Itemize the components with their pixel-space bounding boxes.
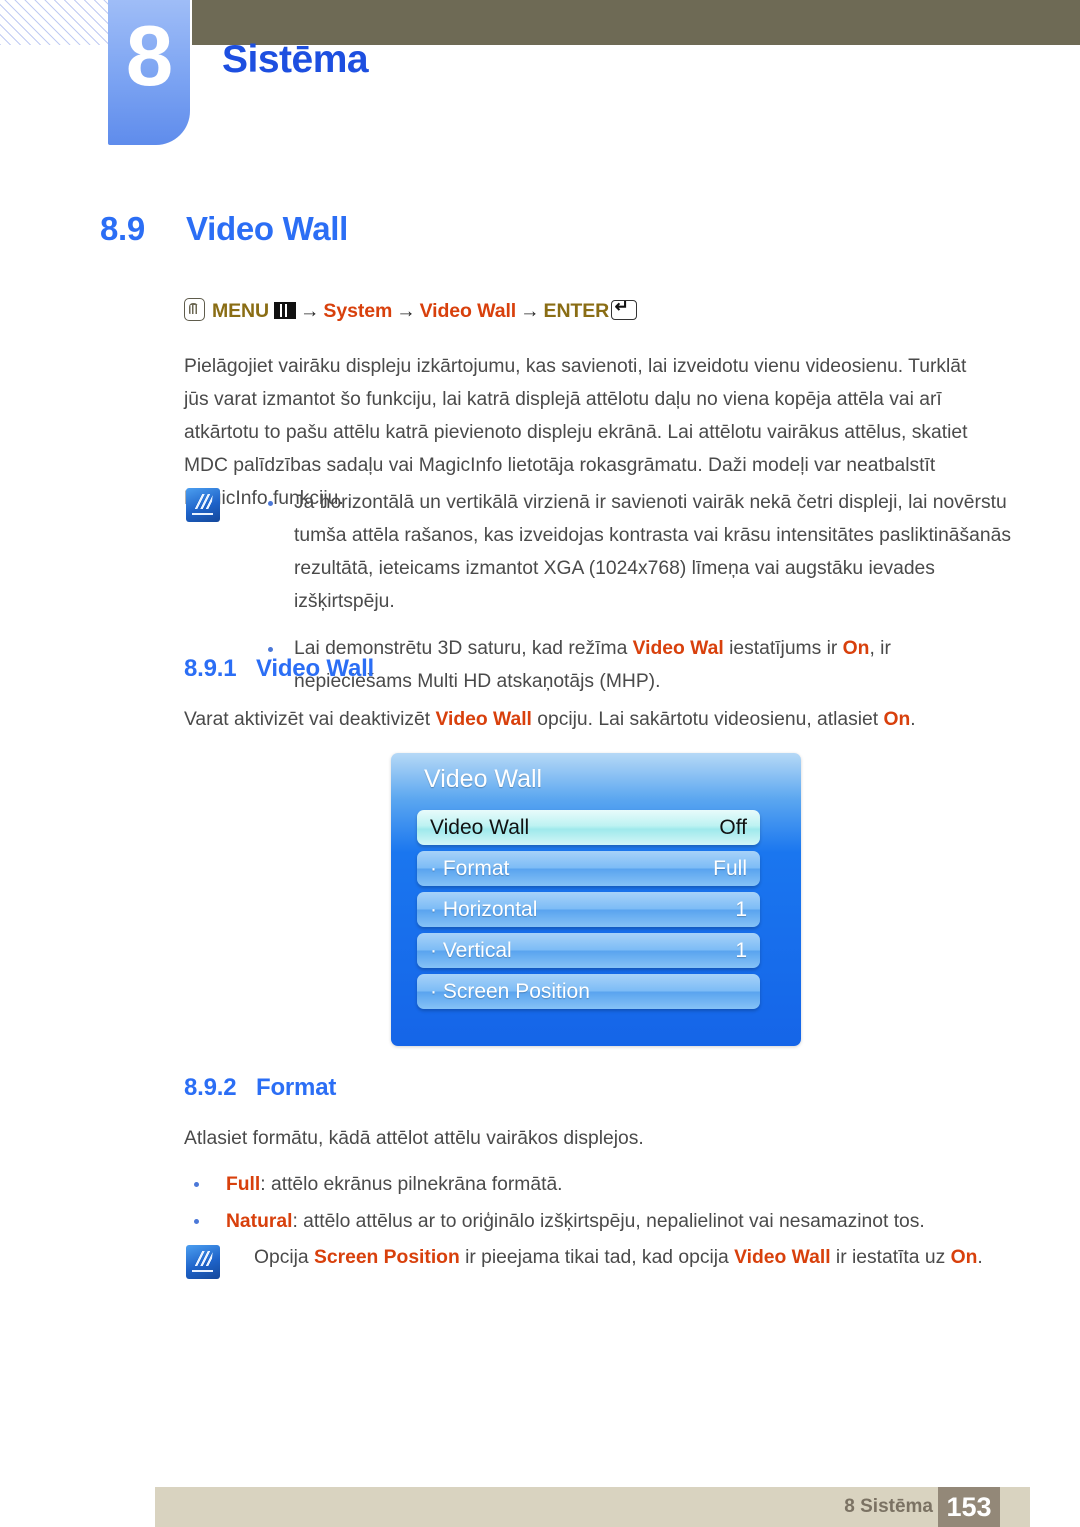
para-seg: opciju. Lai sakārtotu videosienu, atlasi… bbox=[531, 709, 884, 730]
osd-row-label: · Format bbox=[430, 856, 510, 880]
page-header: 8 Sistēma bbox=[0, 0, 1080, 160]
menu-path: MENU → System → Video Wall → ENTER bbox=[184, 297, 638, 323]
path-arrow-3: → bbox=[520, 300, 540, 322]
section-title-text: Video Wall bbox=[186, 210, 349, 247]
note-highlight-on: On bbox=[950, 1247, 978, 1268]
note-text-seg: ir pieejama tikai tad, kad opcija bbox=[459, 1247, 735, 1268]
menu-grid-icon bbox=[274, 302, 297, 319]
osd-row-label: · Screen Position bbox=[430, 979, 590, 1003]
hatch-decoration bbox=[0, 0, 110, 45]
subsection-title-text-1: Video Wall bbox=[256, 655, 375, 682]
note-item: Ja horizontālā un vertikālā virzienā ir … bbox=[254, 486, 1014, 618]
osd-row-label: · Vertical bbox=[430, 938, 512, 962]
osd-row-value: Full bbox=[713, 856, 747, 880]
menu-label: MENU bbox=[212, 300, 270, 322]
page-footer: 8 Sistēma 153 bbox=[155, 1487, 1030, 1527]
note-list: Opcija Screen Position ir pieejama tikai… bbox=[254, 1243, 1014, 1273]
note-text-seg: iestatījums ir bbox=[723, 638, 843, 659]
note-text-seg: ir iestatīta uz bbox=[830, 1247, 951, 1268]
osd-row-horizontal[interactable]: · Horizontal 1 bbox=[417, 892, 760, 927]
subsection-title-text-2: Format bbox=[256, 1074, 337, 1101]
subsection-2-paragraph: Atlasiet formātu, kādā attēlot attēlu va… bbox=[184, 1128, 644, 1149]
bullet-highlight-natural: Natural bbox=[226, 1211, 293, 1232]
osd-panel-title: Video Wall bbox=[424, 765, 543, 793]
subsection-title-2: 8.9.2 Format bbox=[184, 1074, 336, 1102]
footer-chapter-label: 8 Sistēma bbox=[844, 1496, 933, 1517]
footer-page-number: 153 bbox=[938, 1487, 1000, 1527]
osd-row-label: Video Wall bbox=[430, 815, 530, 839]
subsection-number-1: 8.9.1 bbox=[184, 655, 237, 682]
note-highlight-video-wall: Video Wall bbox=[734, 1247, 831, 1268]
osd-row-label: · Horizontal bbox=[430, 897, 538, 921]
menu-path-item-system: System bbox=[323, 300, 393, 322]
osd-row-vertical[interactable]: · Vertical 1 bbox=[417, 933, 760, 968]
note-pencil-icon bbox=[186, 1245, 220, 1279]
bullet-item-full: Full: attēlo ekrānus pilnekrāna formātā. bbox=[184, 1168, 1056, 1201]
path-arrow-1: → bbox=[300, 300, 320, 322]
chapter-tab: 8 bbox=[108, 0, 190, 145]
enter-label: ENTER bbox=[543, 300, 610, 322]
note-item: Opcija Screen Position ir pieejama tikai… bbox=[254, 1243, 1014, 1273]
para-seg: Varat aktivizēt vai deaktivizēt bbox=[184, 709, 436, 730]
para-highlight-on: On bbox=[883, 709, 911, 730]
bullet-text: : attēlo ekrānus pilnekrāna formātā. bbox=[260, 1174, 563, 1195]
note-highlight-on: On bbox=[842, 638, 870, 659]
bullet-highlight-full: Full bbox=[226, 1174, 261, 1195]
subsection-number-2: 8.9.2 bbox=[184, 1074, 237, 1101]
note-text-seg: Opcija bbox=[254, 1247, 315, 1268]
para-highlight-video-wall: Video Wall bbox=[435, 709, 532, 730]
touch-button-icon bbox=[184, 298, 205, 321]
osd-row-format[interactable]: · Format Full bbox=[417, 851, 760, 886]
osd-row-screen-position[interactable]: · Screen Position bbox=[417, 974, 760, 1009]
section-number: 8.9 bbox=[100, 210, 145, 247]
osd-row-value: Off bbox=[719, 815, 747, 839]
section-title: 8.9 Video Wall bbox=[100, 210, 348, 248]
note-highlight-video-wal: Video Wal bbox=[632, 638, 724, 659]
para-seg: . bbox=[910, 709, 916, 730]
bullet-text: : attēlo attēlus ar to oriģinālo izšķirt… bbox=[292, 1211, 925, 1232]
osd-row-value: 1 bbox=[735, 938, 747, 962]
subsection-title-1: 8.9.1 Video Wall bbox=[184, 655, 374, 683]
note-highlight-screen-position: Screen Position bbox=[314, 1247, 460, 1268]
enter-key-icon bbox=[611, 297, 638, 320]
osd-row-value: 1 bbox=[735, 897, 747, 921]
osd-panel: Video Wall Video Wall Off · Format Full … bbox=[391, 753, 801, 1046]
bullet-item-natural: Natural: attēlo attēlus ar to oriģinālo … bbox=[184, 1205, 1056, 1238]
osd-row-list: Video Wall Off · Format Full · Horizonta… bbox=[417, 810, 760, 1015]
note-item-text: Ja horizontālā un vertikālā virzienā ir … bbox=[294, 492, 1011, 612]
note-pencil-icon bbox=[186, 488, 220, 522]
menu-path-item-video-wall: Video Wall bbox=[419, 300, 517, 322]
chapter-number: 8 bbox=[125, 9, 173, 104]
note-text-seg: . bbox=[977, 1247, 983, 1268]
chapter-title: Sistēma bbox=[222, 38, 369, 81]
path-arrow-2: → bbox=[396, 300, 416, 322]
osd-row-video-wall[interactable]: Video Wall Off bbox=[417, 810, 760, 845]
subsection-1-paragraph: Varat aktivizēt vai deaktivizēt Video Wa… bbox=[184, 703, 1014, 736]
